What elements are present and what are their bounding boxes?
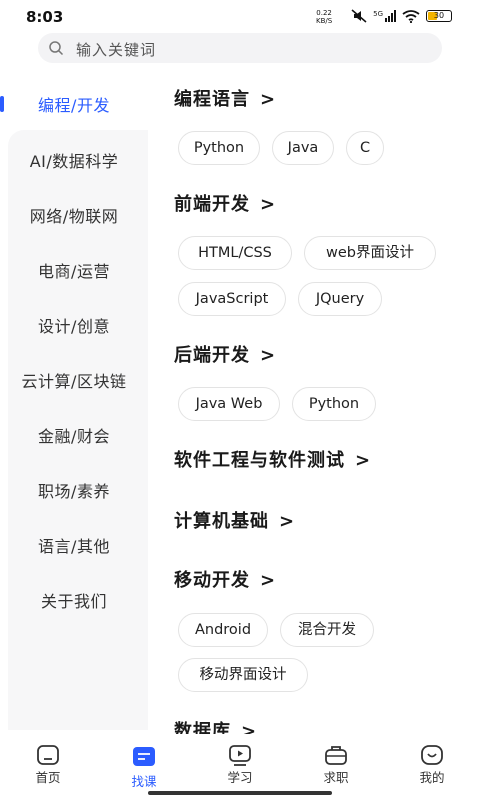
- tab-find-course-label: 找课: [131, 774, 157, 789]
- briefcase-icon: [325, 746, 347, 765]
- chevron-right-icon: >: [260, 345, 277, 366]
- tag-java[interactable]: Java: [272, 131, 334, 165]
- section-title-mobile[interactable]: 移动开发 >: [174, 566, 276, 592]
- home-icon: [37, 745, 59, 765]
- battery-icon: 30: [426, 10, 452, 22]
- tag-html-css[interactable]: HTML/CSS: [178, 236, 292, 270]
- search-input[interactable]: 输入关键词: [38, 33, 442, 63]
- course-category-content: 编程语言 > Python Java C 前端开发 > HTML/CSS web界面…: [160, 74, 480, 734]
- chevron-right-icon: >: [355, 450, 372, 471]
- section-title-computer-basics[interactable]: 计算机基础 >: [174, 507, 295, 533]
- tag-javascript[interactable]: JavaScript: [178, 282, 286, 316]
- sidebar-item-design[interactable]: 设计/创意: [0, 313, 148, 337]
- section-title-software-engineering[interactable]: 软件工程与软件测试 >: [174, 446, 371, 472]
- sidebar-item-about[interactable]: 关于我们: [0, 588, 148, 612]
- section-title-backend[interactable]: 后端开发 >: [174, 341, 276, 367]
- section-title-programming-languages[interactable]: 编程语言 >: [174, 85, 276, 111]
- sidebar-item-programming[interactable]: 编程/开发: [0, 92, 148, 116]
- search-placeholder: 输入关键词: [76, 41, 157, 59]
- find-course-icon: [133, 747, 155, 766]
- chevron-right-icon: >: [260, 194, 277, 215]
- sidebar-item-career[interactable]: 职场/素养: [0, 478, 148, 502]
- tab-study-label: 学习: [227, 770, 253, 785]
- study-play-icon: [229, 745, 251, 766]
- category-sidebar: 编程/开发 AI/数据科学 网络/物联网 电商/运营 设计/创意 云计算/区块链…: [0, 74, 148, 734]
- search-icon: [49, 41, 64, 56]
- section-title-frontend[interactable]: 前端开发 >: [174, 190, 276, 216]
- status-time: 8:03: [26, 8, 64, 26]
- tab-mine-label: 我的: [419, 770, 445, 785]
- tag-python[interactable]: Python: [178, 131, 260, 165]
- signal-icon: 5G: [373, 10, 396, 22]
- tab-home-label: 首页: [35, 770, 61, 785]
- tag-python-backend[interactable]: Python: [292, 387, 376, 421]
- profile-smile-icon: [421, 745, 443, 765]
- chevron-right-icon: >: [241, 721, 258, 734]
- sidebar-item-network-iot[interactable]: 网络/物联网: [0, 203, 148, 227]
- sidebar-item-ecommerce[interactable]: 电商/运营: [0, 258, 148, 282]
- wifi-icon: [402, 9, 420, 23]
- sidebar-item-finance[interactable]: 金融/财会: [0, 423, 148, 447]
- section-title-database[interactable]: 数据库 >: [174, 717, 257, 734]
- tag-mobile-ui-design[interactable]: 移动界面设计: [178, 658, 308, 692]
- network-speed: 0.22 KB/S: [316, 9, 333, 25]
- tag-jquery[interactable]: JQuery: [298, 282, 382, 316]
- tag-android[interactable]: Android: [178, 613, 268, 647]
- tab-jobs-label: 求职: [323, 770, 349, 785]
- chevron-right-icon: >: [260, 570, 277, 591]
- chevron-right-icon: >: [260, 89, 277, 110]
- sidebar-item-language[interactable]: 语言/其他: [0, 533, 148, 557]
- chevron-right-icon: >: [279, 511, 296, 532]
- mute-icon: [351, 9, 367, 23]
- tag-java-web[interactable]: Java Web: [178, 387, 280, 421]
- sidebar-item-ai-data[interactable]: AI/数据科学: [0, 148, 148, 172]
- tag-c[interactable]: C: [346, 131, 384, 165]
- sidebar-item-cloud-blockchain[interactable]: 云计算/区块链: [0, 368, 148, 392]
- tag-web-ui-design[interactable]: web界面设计: [304, 236, 436, 270]
- home-indicator[interactable]: [148, 791, 332, 795]
- tag-hybrid-dev[interactable]: 混合开发: [280, 613, 374, 647]
- status-bar: 8:03 0.22 KB/S 5G 30: [0, 0, 480, 34]
